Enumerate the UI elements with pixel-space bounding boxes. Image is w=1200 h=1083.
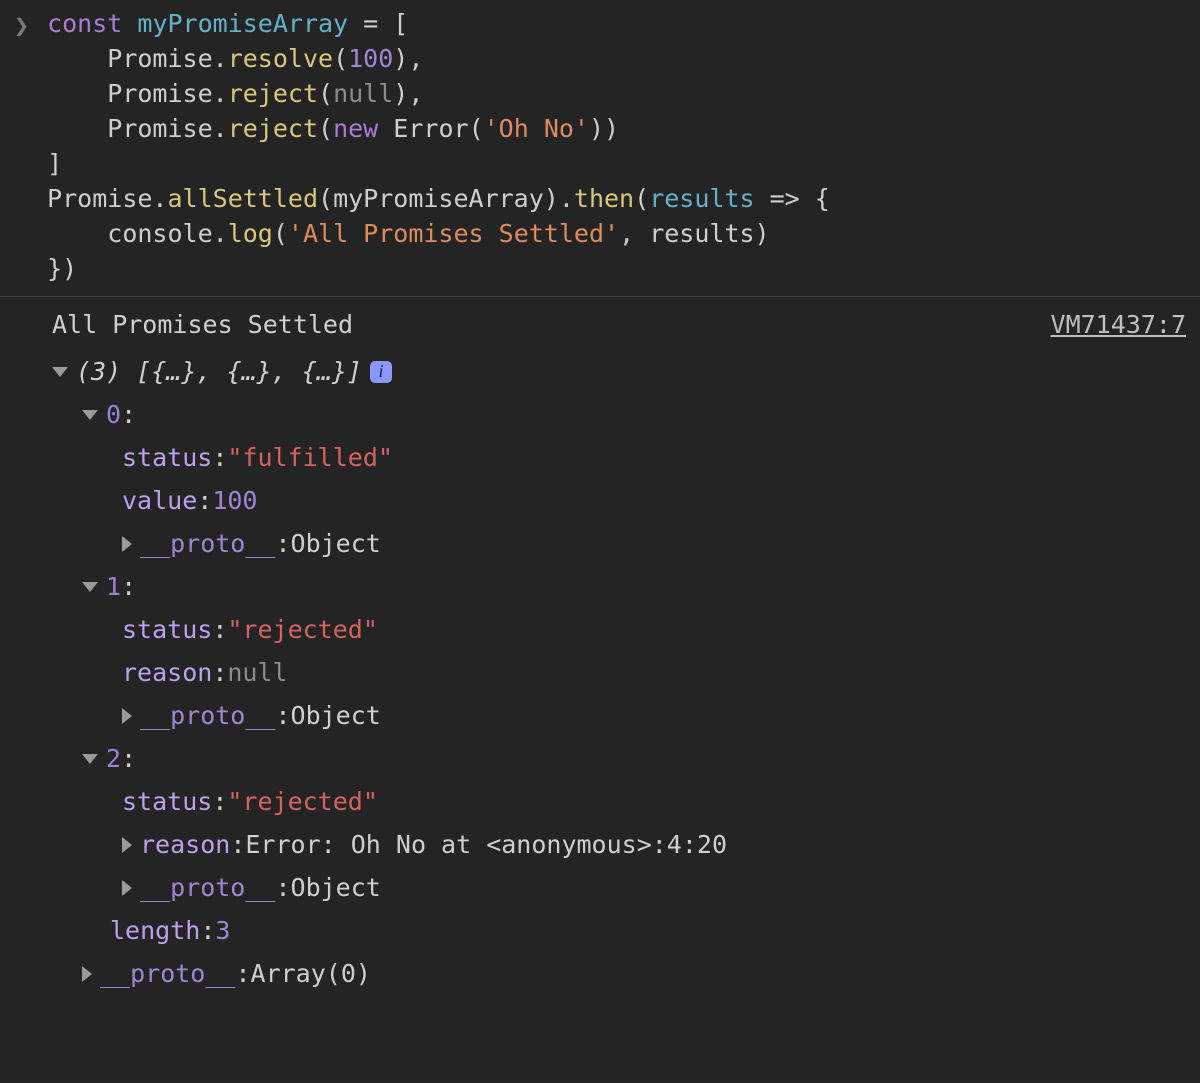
console-input-row: ❯ const myPromiseArray = [ Promise.resol… (0, 0, 1200, 296)
disclosure-down-icon[interactable] (82, 754, 98, 764)
tree-item-2[interactable]: 2: (52, 737, 1186, 780)
disclosure-right-icon[interactable] (82, 966, 92, 982)
disclosure-right-icon[interactable] (122, 536, 132, 552)
output-header: All Promises Settled VM71437:7 (14, 307, 1186, 342)
tree-prop-status: status: "rejected" (52, 608, 1186, 651)
index-key: 2 (106, 741, 121, 776)
object-tree: (3) [{…}, {…}, {…}] i 0: status: "fulfil… (14, 350, 1186, 995)
tree-proto[interactable]: __proto__: Object (52, 694, 1186, 737)
disclosure-right-icon[interactable] (122, 880, 132, 896)
index-key: 0 (106, 397, 121, 432)
info-icon[interactable]: i (370, 361, 392, 383)
tree-array-length: length: 3 (52, 909, 1186, 952)
disclosure-down-icon[interactable] (82, 410, 98, 420)
chevron-right-icon: ❯ (14, 8, 29, 43)
tree-array-proto[interactable]: __proto__: Array(0) (52, 952, 1186, 995)
console-output-row: All Promises Settled VM71437:7 (3) [{…},… (0, 297, 1200, 1013)
tree-prop-status: status: "fulfilled" (52, 436, 1186, 479)
log-message: All Promises Settled (52, 307, 353, 342)
tree-item-1[interactable]: 1: (52, 565, 1186, 608)
tree-prop-reason-error[interactable]: reason: Error: Oh No at <anonymous>:4:20 (52, 823, 1186, 866)
tree-prop-reason: reason: null (52, 651, 1186, 694)
array-summary: (3) [{…}, {…}, {…}] (76, 354, 362, 389)
tree-proto[interactable]: __proto__: Object (52, 522, 1186, 565)
disclosure-down-icon[interactable] (52, 367, 68, 377)
tree-prop-status: status: "rejected" (52, 780, 1186, 823)
input-code: const myPromiseArray = [ Promise.resolve… (47, 6, 830, 286)
disclosure-down-icon[interactable] (82, 582, 98, 592)
index-key: 1 (106, 569, 121, 604)
tree-item-0[interactable]: 0: (52, 393, 1186, 436)
tree-proto[interactable]: __proto__: Object (52, 866, 1186, 909)
var-name: myPromiseArray (137, 9, 348, 38)
array-summary-row[interactable]: (3) [{…}, {…}, {…}] i (52, 350, 1186, 393)
tree-prop-value: value: 100 (52, 479, 1186, 522)
kw-const: const (47, 9, 122, 38)
disclosure-right-icon[interactable] (122, 708, 132, 724)
source-link[interactable]: VM71437:7 (1051, 307, 1186, 342)
disclosure-right-icon[interactable] (122, 837, 132, 853)
